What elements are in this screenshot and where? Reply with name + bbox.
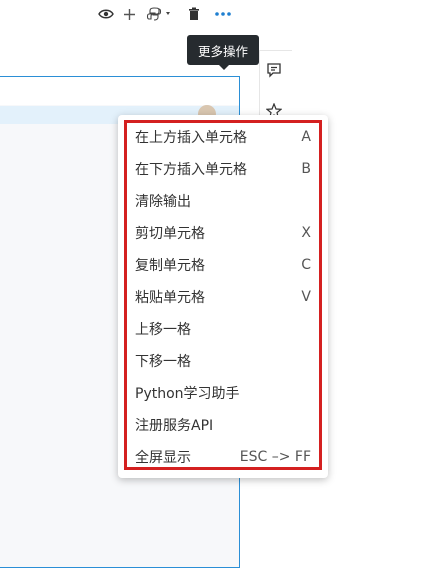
menu-item-shortcut: ESC –> FF <box>239 449 311 465</box>
menu-item-register-api[interactable]: 注册服务API <box>135 412 311 438</box>
plus-icon[interactable] <box>121 4 137 24</box>
menu-item-label: 复制单元格 <box>135 258 205 274</box>
menu-item-shortcut: X <box>301 225 311 241</box>
menu-item-label: 清除输出 <box>135 194 191 210</box>
menu-item-copy-cell[interactable]: 复制单元格 C <box>135 252 311 278</box>
eye-icon[interactable] <box>97 4 115 24</box>
menu-item-label: 注册服务API <box>135 418 214 434</box>
ellipsis-icon[interactable] <box>213 4 233 24</box>
menu-item-label: 在下方插入单元格 <box>135 162 247 178</box>
menu-item-label: 全屏显示 <box>135 450 191 466</box>
menu-item-label: 在上方插入单元格 <box>135 130 247 146</box>
menu-item-shortcut: B <box>301 161 311 177</box>
menu-item-cut-cell[interactable]: 剪切单元格 X <box>135 220 311 246</box>
menu-item-paste-cell[interactable]: 粘贴单元格 V <box>135 284 311 310</box>
menu-item-shortcut: V <box>301 289 311 305</box>
menu-item-shortcut: A <box>301 129 311 145</box>
trash-icon[interactable] <box>186 4 202 24</box>
menu-item-clear-output[interactable]: 清除输出 <box>135 188 311 214</box>
menu-item-python-assistant[interactable]: Python学习助手 <box>135 380 311 406</box>
menu-item-label: 上移一格 <box>135 322 191 338</box>
menu-item-label: 剪切单元格 <box>135 226 205 242</box>
cell-toolbar <box>0 77 239 105</box>
comment-icon[interactable] <box>266 62 282 82</box>
more-actions-tooltip: 更多操作 <box>187 35 259 65</box>
menu-item-move-up[interactable]: 上移一格 <box>135 316 311 342</box>
menu-item-insert-below[interactable]: 在下方插入单元格 B <box>135 156 311 182</box>
menu-item-insert-above[interactable]: 在上方插入单元格 A <box>135 124 311 150</box>
python-logo-icon[interactable] <box>146 4 176 24</box>
menu-item-fullscreen[interactable]: 全屏显示 ESC –> FF <box>135 444 311 470</box>
menu-item-label: 下移一格 <box>135 354 191 370</box>
menu-item-move-down[interactable]: 下移一格 <box>135 348 311 374</box>
menu-item-shortcut: C <box>301 257 311 273</box>
menu-item-label: 粘贴单元格 <box>135 290 205 306</box>
menu-item-label: Python学习助手 <box>135 386 240 402</box>
tooltip-arrow <box>218 64 230 70</box>
